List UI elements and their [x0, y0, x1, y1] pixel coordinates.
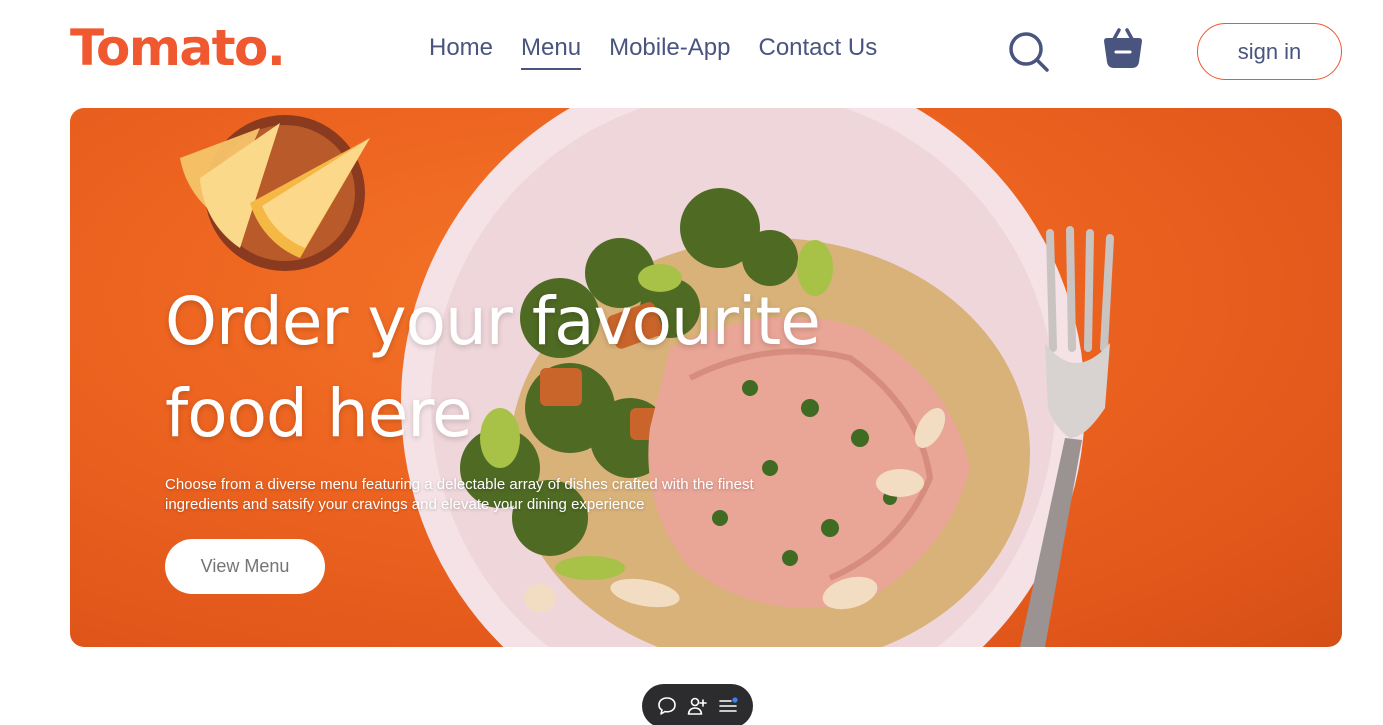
nav-item-home[interactable]: Home: [429, 30, 493, 70]
list-notification-icon[interactable]: [717, 695, 739, 717]
lemon-bowl-image: [180, 115, 370, 271]
floating-toolbar: [642, 684, 753, 725]
add-user-icon[interactable]: [686, 695, 708, 717]
basket-icon[interactable]: [1100, 26, 1146, 72]
nav-item-menu[interactable]: Menu: [521, 30, 582, 70]
hero-description: Choose from a diverse menu featuring a d…: [165, 476, 754, 513]
view-menu-button[interactable]: View Menu: [165, 539, 325, 594]
hero-title: Order your favourite food here: [165, 283, 821, 452]
nav-menu: Home Menu Mobile-App Contact Us: [429, 30, 877, 70]
nav-item-contact-us[interactable]: Contact Us: [758, 30, 877, 70]
logo[interactable]: Tomato.: [70, 16, 286, 80]
sign-in-button[interactable]: sign in: [1197, 23, 1342, 80]
hero-banner: Order your favourite food here Choose fr…: [70, 108, 1342, 647]
search-icon[interactable]: [1006, 29, 1052, 75]
chat-bubble-icon[interactable]: [656, 695, 678, 717]
nav-item-mobile-app[interactable]: Mobile-App: [609, 30, 730, 70]
